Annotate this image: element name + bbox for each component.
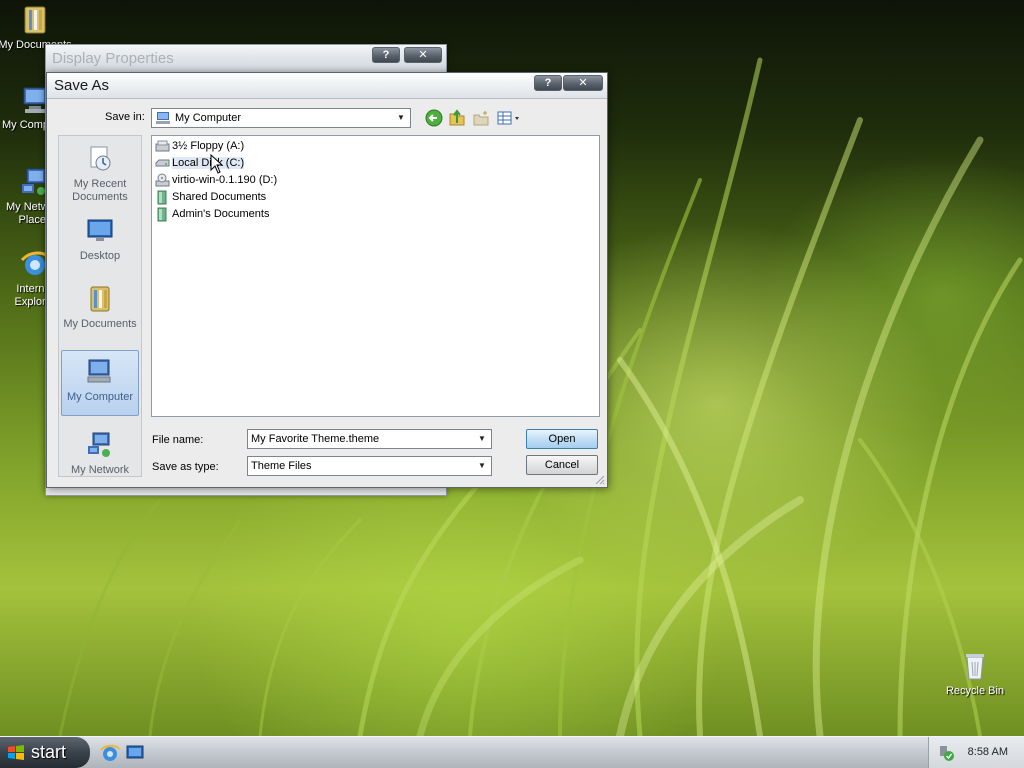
desktop-icon-recycle-bin[interactable]: Recycle Bin bbox=[937, 650, 1013, 698]
save-as-titlebar[interactable]: Save As bbox=[47, 73, 607, 99]
new-folder-icon[interactable] bbox=[472, 109, 490, 127]
view-menu-icon[interactable] bbox=[496, 109, 522, 127]
system-tray: 8:58 AM bbox=[928, 737, 1024, 768]
list-item-cd-drive[interactable]: virtio-win-0.1.190 (D:) bbox=[154, 173, 277, 188]
place-my-network[interactable]: My Network bbox=[61, 430, 139, 476]
places-bar: My Recent Documents Desktop My Documents bbox=[58, 135, 142, 477]
save-as-type-label: Save as type: bbox=[152, 461, 219, 473]
windows-logo-icon bbox=[8, 745, 24, 760]
save-as-title: Save As bbox=[54, 77, 110, 94]
start-label: start bbox=[31, 742, 67, 762]
folder-icon bbox=[157, 190, 167, 205]
file-name-input[interactable]: My Favorite Theme.theme ▼ bbox=[247, 429, 492, 449]
save-as-type-value: Theme Files bbox=[251, 460, 312, 472]
recent-documents-icon bbox=[90, 146, 111, 171]
save-in-label: Save in: bbox=[105, 111, 145, 123]
my-network-icon bbox=[88, 432, 110, 457]
save-in-dropdown[interactable]: My Computer ▼ bbox=[151, 108, 411, 128]
up-folder-icon[interactable] bbox=[448, 109, 466, 127]
save-as-dialog[interactable]: Save As ? ✕ Save in: My Computer ▼ My Re… bbox=[46, 72, 608, 488]
start-button[interactable]: start bbox=[0, 737, 90, 768]
taskbar: start 8:58 AM bbox=[0, 736, 1024, 768]
clock: 8:58 AM bbox=[967, 746, 1008, 758]
display-properties-help-button[interactable]: ? bbox=[372, 47, 400, 63]
cancel-button[interactable]: Cancel bbox=[526, 455, 598, 475]
chevron-down-icon[interactable]: ▼ bbox=[394, 111, 408, 125]
desktop-icon bbox=[87, 219, 113, 241]
open-button[interactable]: Open bbox=[526, 429, 598, 449]
list-item-floppy[interactable]: 3½ Floppy (A:) bbox=[154, 139, 244, 154]
resize-grip-icon[interactable] bbox=[593, 473, 605, 485]
save-as-help-button[interactable]: ? bbox=[534, 75, 562, 91]
recycle-bin-icon bbox=[966, 654, 984, 680]
my-documents-icon bbox=[90, 286, 110, 312]
security-shield-icon[interactable] bbox=[937, 744, 955, 762]
place-my-recent-documents[interactable]: My Recent Documents bbox=[61, 144, 139, 204]
chevron-down-icon[interactable]: ▼ bbox=[475, 432, 489, 446]
mouse-cursor-icon bbox=[210, 154, 224, 174]
place-my-documents[interactable]: My Documents bbox=[61, 284, 139, 336]
save-as-close-button[interactable]: ✕ bbox=[563, 75, 603, 91]
hard-disk-icon bbox=[155, 159, 170, 167]
display-properties-title: Display Properties bbox=[52, 50, 174, 67]
my-computer-icon bbox=[87, 359, 111, 383]
cd-drive-icon bbox=[155, 173, 170, 187]
save-as-type-dropdown[interactable]: Theme Files ▼ bbox=[247, 456, 492, 476]
folder-icon bbox=[157, 207, 167, 222]
file-name-value: My Favorite Theme.theme bbox=[251, 433, 380, 445]
internet-explorer-icon[interactable] bbox=[100, 744, 120, 762]
my-documents-icon bbox=[24, 6, 46, 34]
list-item-local-disk[interactable]: Local Disk (C:) bbox=[154, 156, 245, 171]
place-my-computer[interactable]: My Computer bbox=[61, 350, 139, 416]
show-desktop-icon[interactable] bbox=[125, 744, 145, 762]
my-computer-icon bbox=[156, 112, 170, 124]
floppy-drive-icon bbox=[155, 140, 170, 152]
list-item-admins-documents[interactable]: Admin's Documents bbox=[154, 207, 269, 222]
save-in-value: My Computer bbox=[175, 112, 242, 124]
place-desktop[interactable]: Desktop bbox=[61, 216, 139, 264]
chevron-down-icon[interactable]: ▼ bbox=[475, 459, 489, 473]
back-arrow-icon[interactable] bbox=[425, 109, 443, 127]
display-properties-close-button[interactable]: ✕ bbox=[404, 47, 442, 63]
list-item-shared-documents[interactable]: Shared Documents bbox=[154, 190, 266, 205]
file-list[interactable]: 3½ Floppy (A:) Local Disk (C:) virtio-wi… bbox=[151, 135, 600, 417]
file-name-label: File name: bbox=[152, 434, 204, 446]
